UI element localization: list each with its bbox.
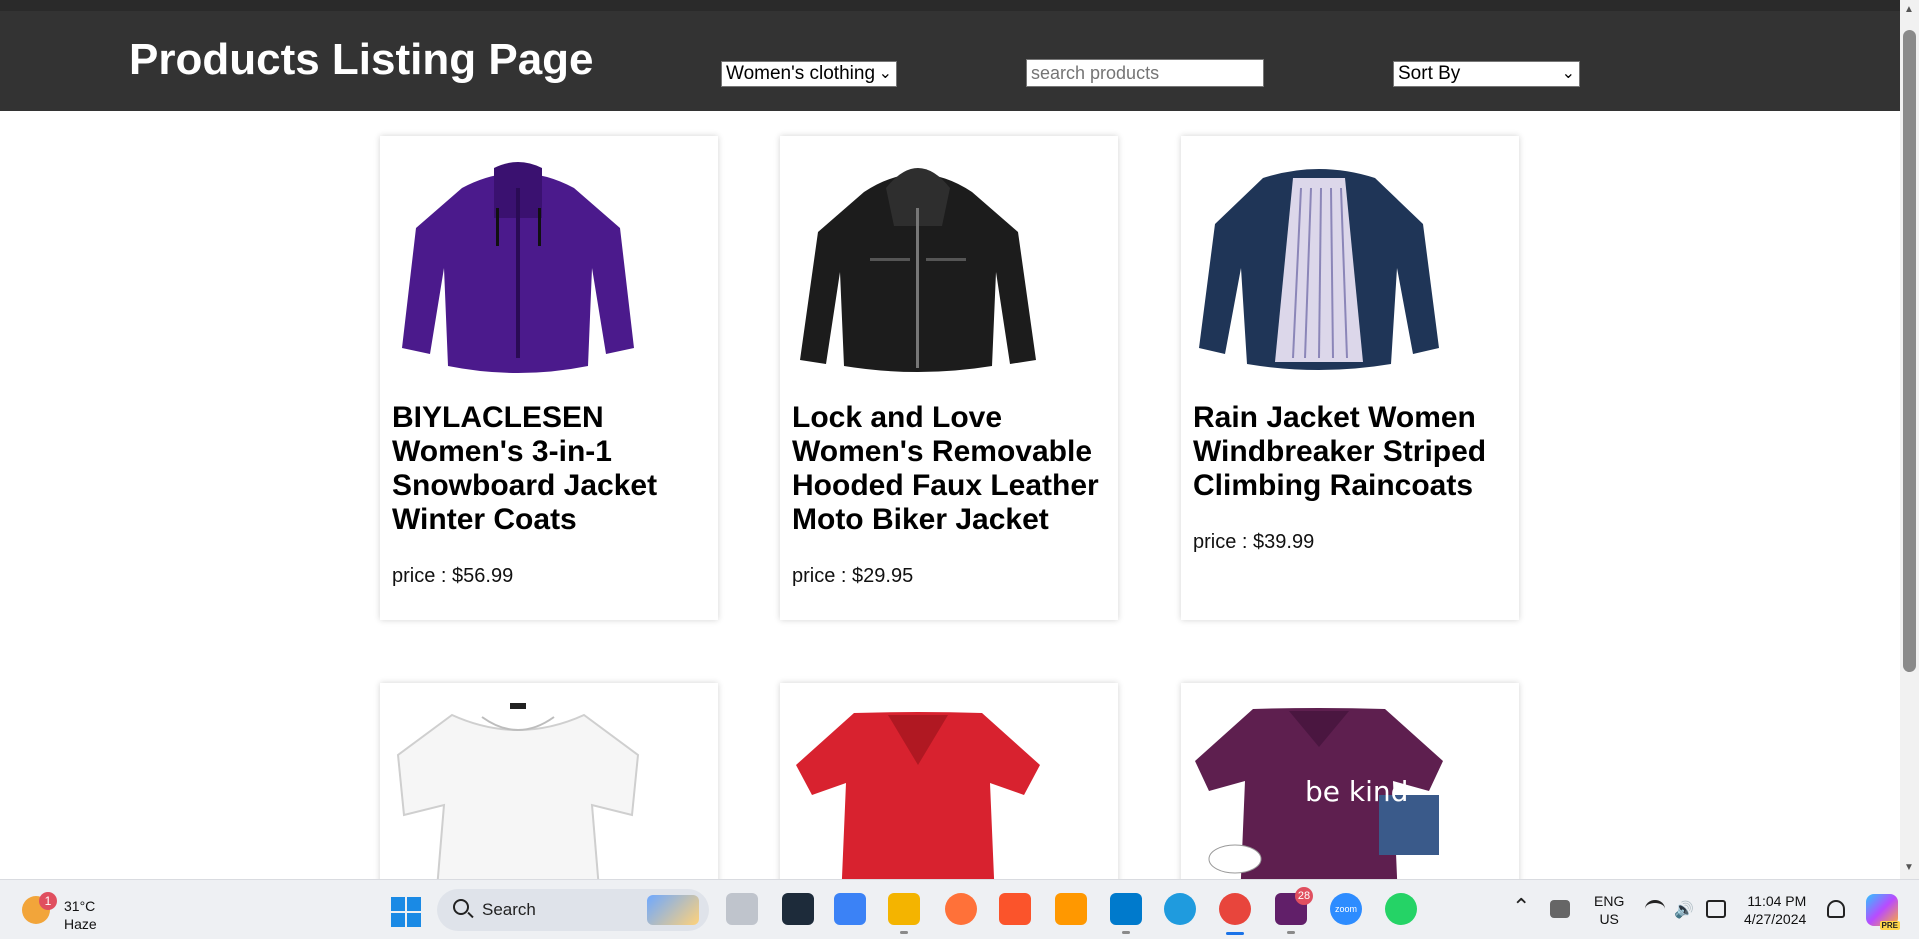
sort-select[interactable]: Sort By ⌄ (1393, 61, 1580, 87)
sort-select-value: Sort By (1398, 63, 1461, 84)
product-price: price : $56.99 (392, 565, 514, 587)
print-be: be kind (1305, 775, 1408, 808)
taskbar-search[interactable]: Search (437, 889, 709, 931)
microsoft-store-icon[interactable] (834, 893, 866, 925)
zoom-icon-label: zoom (1334, 904, 1357, 914)
wifi-icon[interactable] (1645, 900, 1665, 918)
region-code: US (1599, 911, 1619, 927)
product-image (396, 703, 640, 879)
scroll-up-arrow-icon[interactable]: ▲ (1904, 4, 1914, 15)
product-price: price : $39.99 (1193, 531, 1315, 553)
product-card[interactable] (780, 683, 1118, 879)
weather-condition: Haze (64, 916, 97, 932)
category-select-value: Women's clothing (726, 63, 876, 84)
chevron-up-icon[interactable]: ⌃ (1512, 894, 1530, 920)
product-price: price : $29.95 (792, 565, 914, 587)
product-grid: BIYLACLESEN Women's 3-in-1 Snowboard Jac… (0, 111, 1900, 879)
windows-taskbar: 1 31°C Haze Search 28 zoom ⌃ ENG US 🔊 11… (0, 879, 1919, 939)
search-input[interactable] (1026, 59, 1264, 87)
language-code: ENG (1594, 893, 1625, 909)
system-clock[interactable]: 11:04 PM 4/27/2024 (1744, 892, 1806, 928)
product-card[interactable]: be kind (1181, 683, 1519, 879)
whatsapp-icon[interactable] (1385, 893, 1417, 925)
page-title: Products Listing Page (129, 35, 594, 84)
category-select[interactable]: Women's clothing ⌄ (721, 61, 897, 87)
taskbar-search-label: Search (482, 900, 536, 919)
onedrive-error-icon[interactable] (1550, 900, 1570, 918)
task-view-icon[interactable] (726, 893, 758, 925)
weather-widget[interactable]: 1 31°C Haze (22, 890, 142, 932)
active-app-indicator (1226, 932, 1244, 935)
scroll-down-arrow-icon[interactable]: ▼ (1904, 862, 1914, 873)
weather-badge: 1 (39, 892, 57, 910)
zoom-icon[interactable]: zoom (1330, 893, 1362, 925)
page-header: Products Listing Page Women's clothing ⌄… (0, 11, 1900, 111)
windows-start-icon[interactable] (391, 897, 421, 927)
terminal-app-icon[interactable] (782, 893, 814, 925)
copilot-preview-badge: PRE (1879, 921, 1900, 930)
product-name: BIYLACLESEN Women's 3-in-1 Snowboard Jac… (392, 401, 658, 536)
product-image: be kind (1195, 708, 1443, 879)
product-card[interactable]: Lock and Love Women's Removable Hooded F… (780, 136, 1118, 620)
chevron-down-icon: ⌄ (878, 65, 892, 82)
chevron-down-icon: ⌄ (1561, 65, 1575, 82)
product-image (1199, 169, 1439, 370)
product-card[interactable]: BIYLACLESEN Women's 3-in-1 Snowboard Jac… (380, 136, 718, 620)
battery-icon[interactable] (1706, 900, 1726, 918)
product-name: Lock and Love Women's Removable Hooded F… (792, 401, 1099, 536)
product-image (800, 168, 1036, 372)
edge-browser-icon[interactable] (1164, 893, 1196, 925)
product-image (796, 712, 1040, 879)
product-image (402, 162, 634, 373)
firefox-icon[interactable] (945, 893, 977, 925)
notification-bell-icon[interactable] (1827, 900, 1845, 918)
volume-icon[interactable]: 🔊 (1674, 900, 1694, 919)
product-name: Rain Jacket Women Windbreaker Striped Cl… (1193, 401, 1487, 502)
scrollbar-thumb[interactable] (1903, 30, 1916, 672)
copilot-icon[interactable]: PRE (1866, 894, 1900, 930)
brave-browser-icon[interactable] (999, 893, 1031, 925)
weather-temperature: 31°C (64, 898, 96, 914)
browser-top-strip (0, 0, 1900, 11)
sublime-text-icon[interactable] (1055, 893, 1087, 925)
slack-icon[interactable]: 28 (1275, 887, 1313, 934)
page-scrollbar[interactable]: ▲ ▼ (1900, 0, 1919, 879)
product-card[interactable] (380, 683, 718, 879)
search-icon (453, 899, 469, 915)
product-card[interactable]: Rain Jacket Women Windbreaker Striped Cl… (1181, 136, 1519, 620)
slack-notification-badge: 28 (1295, 887, 1313, 905)
vscode-icon[interactable] (1110, 893, 1142, 934)
clock-date: 4/27/2024 (1744, 911, 1807, 927)
search-highlight-icon (647, 895, 699, 925)
chrome-browser-icon[interactable] (1219, 893, 1251, 925)
clock-time: 11:04 PM (1747, 893, 1807, 909)
file-explorer-icon[interactable] (888, 893, 920, 934)
input-language[interactable]: ENG US (1594, 892, 1624, 928)
